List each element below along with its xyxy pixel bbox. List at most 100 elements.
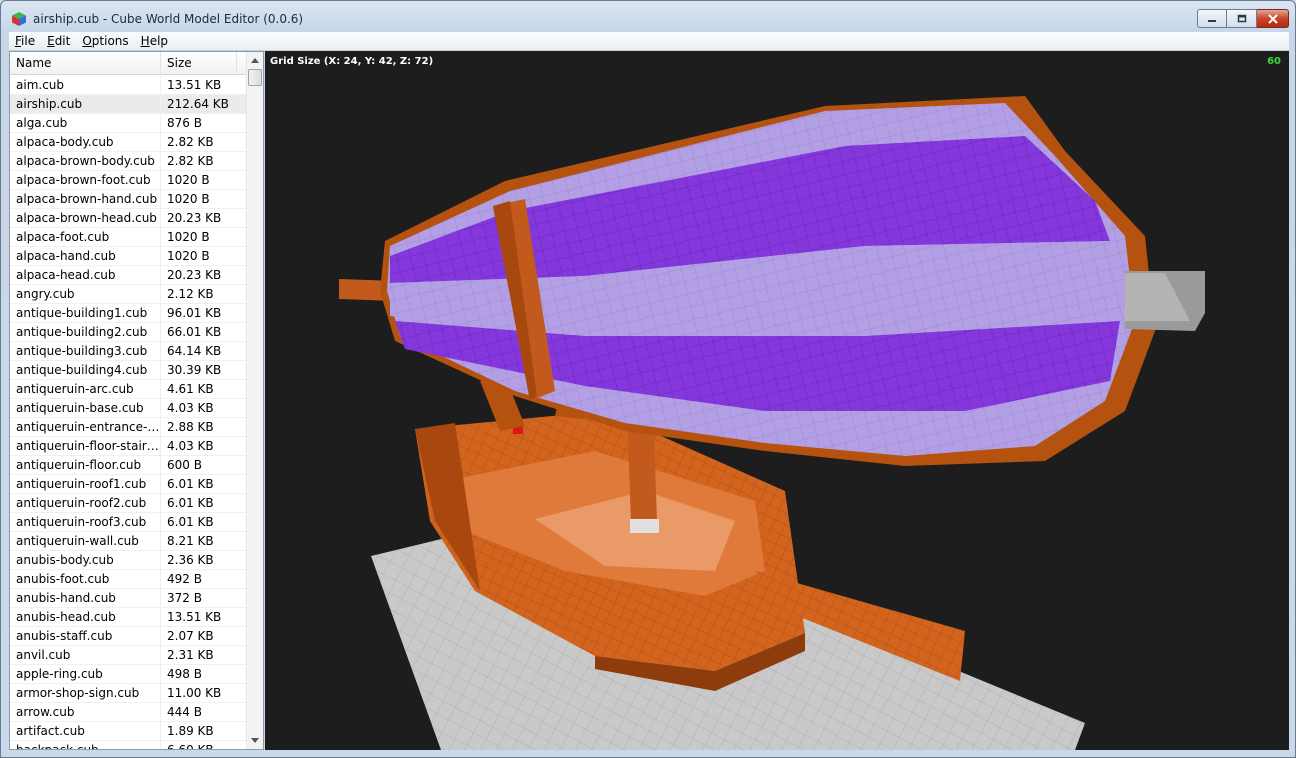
file-name: antique-building3.cub: [10, 342, 161, 361]
file-size: 2.31 KB: [167, 648, 214, 662]
file-row[interactable]: alpaca-hand.cub 1020 B: [10, 247, 246, 266]
file-row[interactable]: anubis-hand.cub 372 B: [10, 589, 246, 608]
file-row[interactable]: alpaca-body.cub 2.82 KB: [10, 133, 246, 152]
list-header: Name Size: [10, 52, 246, 75]
scroll-thumb[interactable]: [248, 69, 262, 86]
file-size: 4.03 KB: [167, 439, 214, 453]
file-name: antiqueruin-base.cub: [10, 399, 161, 418]
file-size: 1020 B: [167, 173, 210, 187]
file-row[interactable]: anubis-staff.cub 2.07 KB: [10, 627, 246, 646]
file-row[interactable]: alpaca-brown-head.cub 20.23 KB: [10, 209, 246, 228]
file-row[interactable]: antiqueruin-roof2.cub 6.01 KB: [10, 494, 246, 513]
scroll-up-button[interactable]: [247, 52, 263, 69]
file-size: 492 B: [167, 572, 202, 586]
menu-edit[interactable]: Edit: [41, 34, 76, 48]
menu-file[interactable]: File: [9, 34, 41, 48]
grid-size-label: Grid Size (X: 24, Y: 42, Z: 72): [270, 56, 434, 67]
file-size: 1020 B: [167, 249, 210, 263]
file-name: alpaca-brown-head.cub: [10, 209, 161, 228]
file-row[interactable]: airship.cub 212.64 KB: [10, 95, 246, 114]
column-header-name[interactable]: Name: [10, 52, 161, 75]
file-list-panel: Name Size aim.cub 13.51 KB airship.cub 212.…: [9, 51, 264, 750]
file-size: 64.14 KB: [167, 344, 222, 358]
file-row[interactable]: antiqueruin-floor.cub 600 B: [10, 456, 246, 475]
cube-icon: [12, 12, 26, 26]
file-row[interactable]: alpaca-head.cub 20.23 KB: [10, 266, 246, 285]
file-size: 498 B: [167, 667, 202, 681]
file-row[interactable]: arrow.cub 444 B: [10, 703, 246, 722]
file-name: antique-building4.cub: [10, 361, 161, 380]
file-name: alpaca-brown-foot.cub: [10, 171, 161, 190]
file-name: antiqueruin-entrance-sta...: [10, 418, 161, 437]
file-name: anubis-head.cub: [10, 608, 161, 627]
file-rows: aim.cub 13.51 KB airship.cub 212.64 KB alga.…: [10, 76, 246, 750]
file-row[interactable]: anubis-foot.cub 492 B: [10, 570, 246, 589]
app-window: airship.cub - Cube World Model Editor (0…: [0, 0, 1296, 758]
file-row[interactable]: anvil.cub 2.31 KB: [10, 646, 246, 665]
file-row[interactable]: anubis-body.cub 2.36 KB: [10, 551, 246, 570]
file-name: alpaca-hand.cub: [10, 247, 161, 266]
menu-help[interactable]: Help: [135, 34, 174, 48]
file-row[interactable]: antique-building3.cub 64.14 KB: [10, 342, 246, 361]
maximize-button[interactable]: [1227, 9, 1257, 28]
file-row[interactable]: artifact.cub 1.89 KB: [10, 722, 246, 741]
file-size: 96.01 KB: [167, 306, 222, 320]
file-row[interactable]: alpaca-foot.cub 1020 B: [10, 228, 246, 247]
voxel-model-render: [339, 96, 1205, 750]
minimize-button[interactable]: [1197, 9, 1227, 28]
file-row[interactable]: antiqueruin-floor-stairs.c... 4.03 KB: [10, 437, 246, 456]
file-size: 6.01 KB: [167, 515, 214, 529]
file-row[interactable]: antiqueruin-base.cub 4.03 KB: [10, 399, 246, 418]
file-row[interactable]: antiqueruin-arc.cub 4.61 KB: [10, 380, 246, 399]
file-row[interactable]: antique-building2.cub 66.01 KB: [10, 323, 246, 342]
file-size: 13.51 KB: [167, 78, 222, 92]
file-size: 4.61 KB: [167, 382, 214, 396]
file-name: angry.cub: [10, 285, 161, 304]
file-size: 2.82 KB: [167, 154, 214, 168]
file-name: antiqueruin-roof3.cub: [10, 513, 161, 532]
file-row[interactable]: antiqueruin-roof3.cub 6.01 KB: [10, 513, 246, 532]
file-size: 20.23 KB: [167, 211, 222, 225]
file-row[interactable]: apple-ring.cub 498 B: [10, 665, 246, 684]
file-row[interactable]: alpaca-brown-foot.cub 1020 B: [10, 171, 246, 190]
file-size: 6.01 KB: [167, 477, 214, 491]
file-name: alpaca-head.cub: [10, 266, 161, 285]
file-size: 13.51 KB: [167, 610, 222, 624]
file-name: antiqueruin-wall.cub: [10, 532, 161, 551]
file-row[interactable]: alga.cub 876 B: [10, 114, 246, 133]
close-button[interactable]: [1257, 9, 1289, 28]
file-row[interactable]: angry.cub 2.12 KB: [10, 285, 246, 304]
maximize-icon: [1237, 14, 1246, 22]
file-name: antique-building2.cub: [10, 323, 161, 342]
file-row[interactable]: antique-building4.cub 30.39 KB: [10, 361, 246, 380]
file-row[interactable]: anubis-head.cub 13.51 KB: [10, 608, 246, 627]
file-row[interactable]: alpaca-brown-body.cub 2.82 KB: [10, 152, 246, 171]
file-name: armor-shop-sign.cub: [10, 684, 161, 703]
menu-options[interactable]: Options: [76, 34, 134, 48]
file-row[interactable]: antiqueruin-roof1.cub 6.01 KB: [10, 475, 246, 494]
file-row[interactable]: backpack.cub 6.60 KB: [10, 741, 246, 750]
model-viewport[interactable]: Grid Size (X: 24, Y: 42, Z: 72) 60: [265, 51, 1289, 750]
file-size: 2.82 KB: [167, 135, 214, 149]
file-row[interactable]: alpaca-brown-hand.cub 1020 B: [10, 190, 246, 209]
file-size: 876 B: [167, 116, 202, 130]
file-row[interactable]: armor-shop-sign.cub 11.00 KB: [10, 684, 246, 703]
vertical-scrollbar[interactable]: [246, 52, 263, 749]
title-bar[interactable]: airship.cub - Cube World Model Editor (0…: [1, 1, 1295, 33]
file-row[interactable]: aim.cub 13.51 KB: [10, 76, 246, 95]
file-size: 2.07 KB: [167, 629, 214, 643]
file-row[interactable]: antiqueruin-wall.cub 8.21 KB: [10, 532, 246, 551]
file-size: 2.12 KB: [167, 287, 214, 301]
file-row[interactable]: antiqueruin-entrance-sta... 2.88 KB: [10, 418, 246, 437]
menu-bar: File Edit Options Help: [9, 32, 1289, 51]
file-name: anubis-foot.cub: [10, 570, 161, 589]
file-size: 6.01 KB: [167, 496, 214, 510]
window-title: airship.cub - Cube World Model Editor (0…: [33, 12, 304, 26]
scroll-down-button[interactable]: [247, 732, 263, 749]
file-name: anubis-staff.cub: [10, 627, 161, 646]
column-header-size[interactable]: Size: [161, 52, 237, 75]
file-row[interactable]: antique-building1.cub 96.01 KB: [10, 304, 246, 323]
file-size: 6.60 KB: [167, 743, 214, 750]
file-size: 2.36 KB: [167, 553, 214, 567]
file-name: apple-ring.cub: [10, 665, 161, 684]
